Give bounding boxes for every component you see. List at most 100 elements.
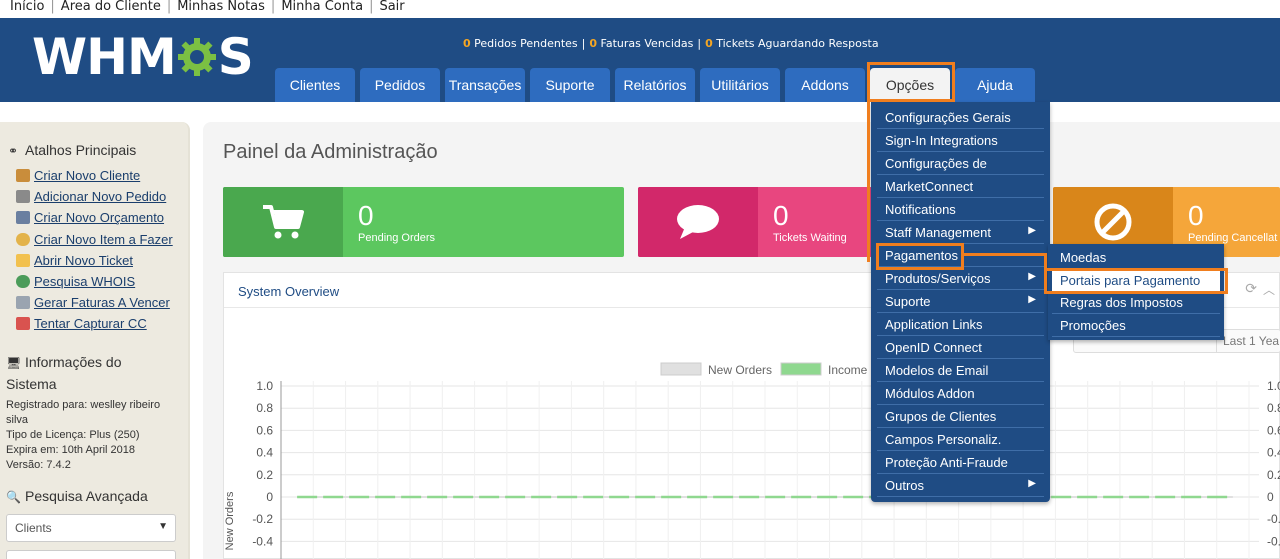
tab-ajuda[interactable]: Ajuda bbox=[955, 68, 1035, 102]
menu-marketconnect[interactable]: MarketConnect bbox=[877, 176, 1044, 198]
page-title: Painel da Administração bbox=[223, 141, 438, 163]
overdue-invoices-link[interactable]: Faturas Vencidas bbox=[601, 37, 694, 50]
search-icon: 🔍 bbox=[6, 490, 21, 504]
pagamentos-submenu: Moedas Portais para Pagamento Regras dos… bbox=[1048, 244, 1224, 340]
submenu-moedas[interactable]: Moedas bbox=[1052, 247, 1220, 269]
gear-logo-icon bbox=[177, 38, 216, 76]
stat-pending-orders[interactable]: 0 Pending Orders bbox=[223, 187, 624, 257]
y-tick-label-right: 1.0 bbox=[1267, 379, 1280, 393]
main-content: Painel da Administração 0 Pending Orders… bbox=[203, 122, 1280, 559]
ban-icon bbox=[1094, 203, 1132, 241]
opcoes-dropdown: Configurações Gerais Sign-In Integration… bbox=[871, 102, 1050, 502]
top-link-sair[interactable]: Sair bbox=[379, 0, 404, 14]
menu-modulos-addon[interactable]: Módulos Addon bbox=[877, 383, 1044, 405]
tab-pedidos[interactable]: Pedidos bbox=[360, 68, 440, 102]
y-axis-label: New Orders bbox=[224, 491, 236, 550]
y-tick-label-right: -0.2 bbox=[1267, 512, 1280, 526]
refresh-icon[interactable]: ⟳ bbox=[1245, 281, 1257, 297]
menu-pagamentos[interactable]: Pagamentos bbox=[877, 245, 1044, 267]
shortcut-abrir-ticket[interactable]: Abrir Novo Ticket bbox=[16, 253, 133, 268]
menu-openid-connect[interactable]: OpenID Connect bbox=[877, 337, 1044, 359]
shortcut-criar-orcamento[interactable]: Criar Novo Orçamento bbox=[16, 210, 164, 225]
cart-add-icon bbox=[16, 190, 30, 203]
menu-produtos-servicos[interactable]: Produtos/Serviços ▶ bbox=[877, 268, 1044, 290]
menu-modelos-email[interactable]: Modelos de Email bbox=[877, 360, 1044, 382]
tab-opcoes[interactable]: Opções bbox=[870, 68, 950, 102]
menu-application-links[interactable]: Application Links bbox=[877, 314, 1044, 336]
search-type-select[interactable]: Clients ▼ bbox=[6, 514, 176, 542]
pending-orders-link[interactable]: Pedidos Pendentes bbox=[474, 37, 578, 50]
y-tick-label-right: 0.6 bbox=[1267, 423, 1280, 437]
y-tick-label-right: 0.2 bbox=[1267, 468, 1280, 482]
search-field[interactable] bbox=[6, 550, 176, 559]
whmcs-logo[interactable]: WHM S bbox=[32, 32, 254, 82]
tab-utilitarios[interactable]: Utilitários bbox=[700, 68, 780, 102]
header-stats: 0 Pedidos Pendentes | 0 Faturas Vencidas | 0… bbox=[463, 37, 879, 50]
legend-label: New Orders bbox=[708, 363, 772, 377]
y-tick-label: 1.0 bbox=[256, 379, 273, 393]
tab-addons[interactable]: Addons bbox=[785, 68, 865, 102]
top-link-minha-conta[interactable]: Minha Conta bbox=[281, 0, 363, 14]
top-links: Início | Área do Cliente | Minhas Notas | Minh… bbox=[0, 0, 1280, 18]
legend-swatch bbox=[660, 362, 702, 376]
tab-relatorios[interactable]: Relatórios bbox=[615, 68, 695, 102]
speech-bubble-icon bbox=[677, 205, 719, 239]
submenu-regras-impostos[interactable]: Regras dos Impostos bbox=[1052, 292, 1220, 314]
shortcut-capturar-cc[interactable]: Tentar Capturar CC bbox=[16, 316, 147, 331]
collapse-icon[interactable]: ︿ bbox=[1263, 281, 1275, 298]
menu-notifications[interactable]: Notifications bbox=[877, 199, 1044, 221]
sysinfo-details: Registrado para: weslley ribeiro silva T… bbox=[6, 399, 161, 471]
shortcut-criar-item[interactable]: Criar Novo Item a Fazer bbox=[16, 232, 173, 247]
caret-right-icon: ▶ bbox=[1028, 478, 1036, 489]
advanced-search-heading: 🔍 Pesquisa Avançada bbox=[6, 488, 148, 504]
tab-clientes[interactable]: Clientes bbox=[275, 68, 355, 102]
y-tick-label-right: 0.4 bbox=[1267, 446, 1280, 460]
ticket-icon bbox=[16, 254, 30, 267]
tickets-awaiting-link[interactable]: Tickets Aguardando Resposta bbox=[716, 37, 878, 50]
menu-protecao-anti-fraude[interactable]: Proteção Anti-Fraude bbox=[877, 452, 1044, 474]
shortcut-gerar-faturas[interactable]: Gerar Faturas A Vencer bbox=[16, 295, 170, 310]
menu-outros[interactable]: Outros ▶ bbox=[877, 475, 1044, 497]
sysinfo-heading: 🖥 Informações do Sistema bbox=[6, 354, 122, 392]
submenu-promocoes[interactable]: Promoções bbox=[1052, 315, 1220, 337]
caret-right-icon: ▶ bbox=[1028, 271, 1036, 282]
menu-sign-in-integrations[interactable]: Sign-In Integrations bbox=[877, 130, 1044, 152]
sidebar: ⚭ Atalhos Principais Criar Novo Cliente A… bbox=[0, 122, 190, 559]
menu-suporte[interactable]: Suporte ▶ bbox=[877, 291, 1044, 313]
top-link-inicio[interactable]: Início bbox=[10, 0, 44, 14]
y-tick-label: 0.4 bbox=[256, 446, 273, 460]
menu-configuracoes-gerais[interactable]: Configurações Gerais bbox=[877, 107, 1044, 129]
submenu-portais-pagamento[interactable]: Portais para Pagamento bbox=[1052, 270, 1220, 292]
todo-icon bbox=[16, 233, 30, 246]
shortcut-adicionar-pedido[interactable]: Adicionar Novo Pedido bbox=[16, 189, 166, 204]
y-tick-label: -0.2 bbox=[252, 512, 273, 526]
main-nav: Clientes Pedidos Transações Suporte Rela… bbox=[275, 68, 1040, 102]
user-add-icon bbox=[16, 169, 30, 182]
caret-right-icon: ▶ bbox=[1028, 294, 1036, 305]
y-tick-label-right: 0 bbox=[1267, 490, 1274, 504]
shortcut-criar-cliente[interactable]: Criar Novo Cliente bbox=[16, 168, 140, 183]
top-link-minhas-notas[interactable]: Minhas Notas bbox=[177, 0, 265, 14]
tab-transacoes[interactable]: Transações bbox=[445, 68, 525, 102]
y-tick-label: 0.6 bbox=[256, 423, 273, 437]
menu-grupos-clientes[interactable]: Grupos de Clientes bbox=[877, 406, 1044, 428]
cart-icon bbox=[263, 205, 304, 239]
menu-configuracoes-de[interactable]: Configurações de bbox=[877, 153, 1044, 175]
monitor-icon: 🖥 bbox=[6, 356, 22, 370]
shortcut-whois[interactable]: Pesquisa WHOIS bbox=[16, 274, 135, 289]
overview-chart: New Orders Income 1.0 0.8 0.6 0.4 0.2 0 -0.2 -0.4… bbox=[224, 362, 1280, 559]
menu-staff-management[interactable]: Staff Management ▶ bbox=[877, 222, 1044, 244]
y-tick-label: 0.2 bbox=[256, 468, 273, 482]
y-tick-label-right: -0.4 bbox=[1267, 534, 1280, 548]
y-tick-label: -0.4 bbox=[252, 534, 273, 548]
legend-swatch bbox=[780, 362, 822, 376]
tab-suporte[interactable]: Suporte bbox=[530, 68, 610, 102]
invoice-icon bbox=[16, 296, 30, 309]
y-tick-label: 0 bbox=[266, 490, 273, 504]
chevron-down-icon: ▼ bbox=[158, 521, 168, 532]
top-link-area-cliente[interactable]: Área do Cliente bbox=[61, 0, 161, 14]
quote-icon bbox=[16, 211, 30, 224]
menu-campos-personaliz[interactable]: Campos Personaliz. bbox=[877, 429, 1044, 451]
caret-right-icon: ▶ bbox=[1028, 225, 1036, 236]
header: WHM S 0 Pedidos Pendentes | 0 Faturas Venc… bbox=[0, 18, 1280, 102]
